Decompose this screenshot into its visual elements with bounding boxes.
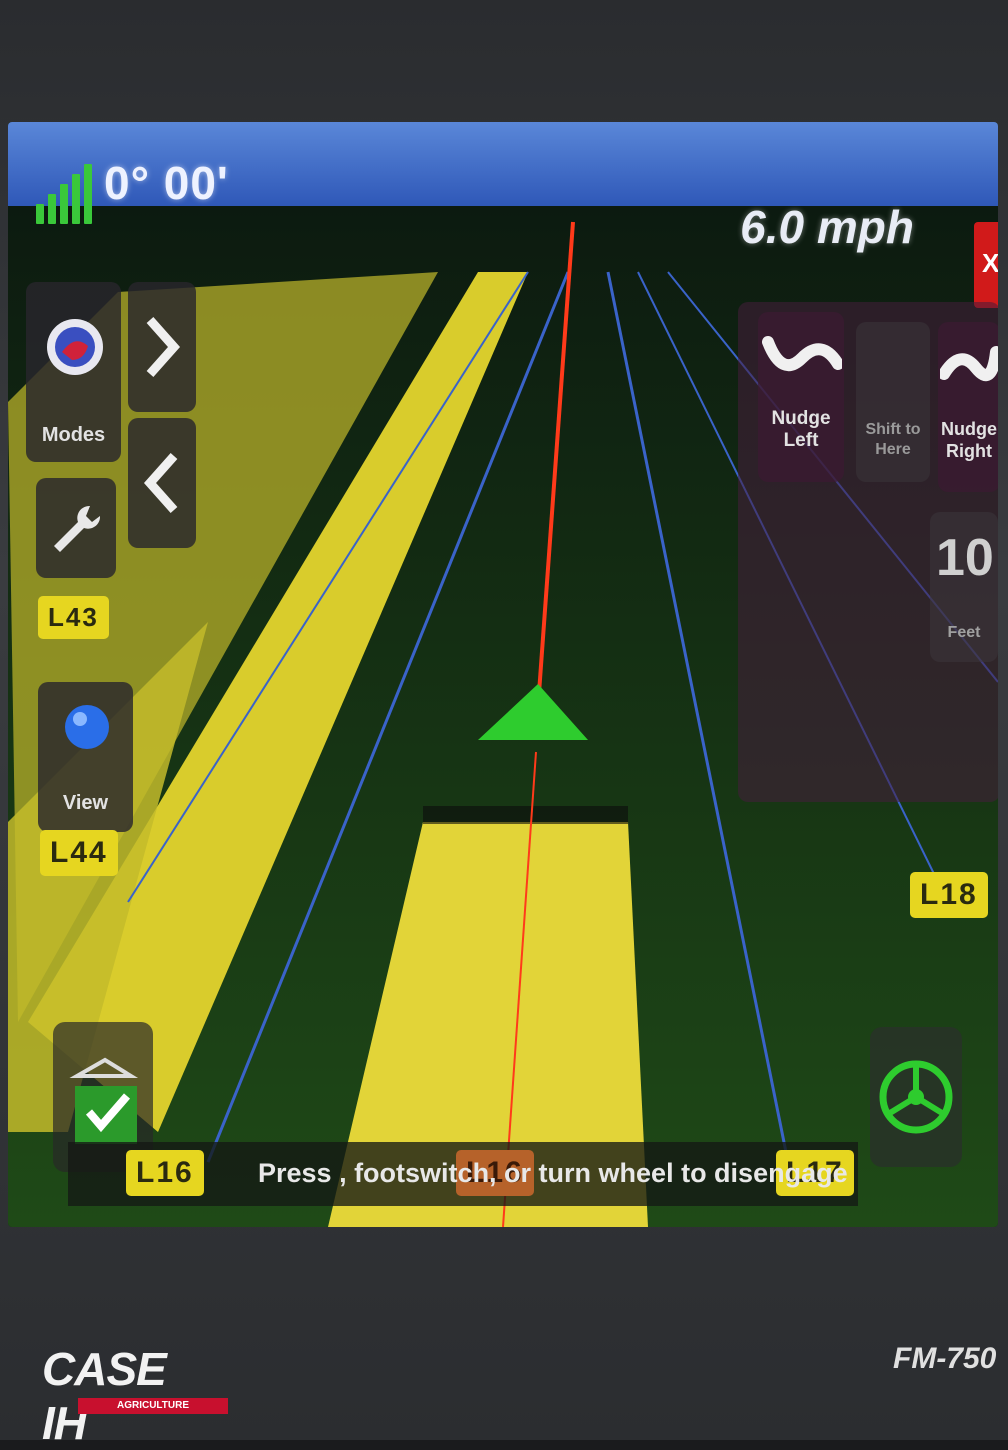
- offset-value: 10: [936, 529, 994, 587]
- chevron-right-icon: [146, 317, 181, 377]
- wrench-icon: [54, 505, 101, 552]
- coverage-check-icon: [69, 1057, 139, 1144]
- offset-unit-label: Feet: [947, 624, 981, 641]
- close-icon: X: [982, 248, 998, 278]
- shift-to-here-button[interactable]: Shift to Here: [856, 322, 930, 482]
- heading-readout: 0° 00': [104, 157, 229, 209]
- close-tab[interactable]: X: [974, 222, 998, 308]
- nudge-right-label: Nudge Right: [941, 419, 997, 461]
- nudge-right-icon: [940, 346, 998, 382]
- view-label: View: [62, 792, 109, 814]
- nudge-left-button[interactable]: Nudge Left: [758, 312, 844, 482]
- implement-bar: [423, 806, 628, 824]
- brand-subtitle: AGRICULTURE: [78, 1398, 228, 1414]
- globe-icon: [47, 319, 103, 375]
- settings-button[interactable]: [36, 478, 116, 578]
- autosteer-engage-button[interactable]: [870, 1027, 962, 1167]
- nudge-left-label: Nudge Left: [771, 408, 831, 451]
- previous-button[interactable]: [128, 418, 196, 548]
- steering-wheel-icon: [879, 1060, 953, 1134]
- view-button[interactable]: View: [38, 682, 133, 832]
- view-sphere-icon: [65, 705, 109, 749]
- brand-logo: CASE IH AGRICULTURE: [38, 1342, 228, 1449]
- swath-marker-l16-left: L16: [126, 1150, 204, 1196]
- top-status-bar: 0° 00': [8, 122, 998, 224]
- guidance-screen: 0° 00' 6.0 mph X Modes L43 View L44 Nudg…: [8, 122, 998, 1227]
- disengage-message: Press , footswitch, or turn wheel to dis…: [258, 1158, 848, 1188]
- brand-name: CASE IH: [42, 1343, 167, 1449]
- shift-to-here-label: Shift to Here: [865, 421, 921, 458]
- offset-button[interactable]: 10 Feet: [930, 512, 998, 662]
- chevron-left-icon: [143, 453, 178, 513]
- signal-strength-icon: [36, 164, 96, 224]
- nudge-right-button[interactable]: Nudge Right: [938, 322, 998, 492]
- swath-marker-l18: L18: [910, 872, 988, 918]
- nudge-left-icon: [762, 336, 842, 372]
- speed-readout: 6.0 mph: [740, 201, 914, 253]
- swath-marker-l44: L44: [40, 830, 118, 876]
- modes-label: Modes: [41, 424, 106, 446]
- swath-marker-l43: L43: [38, 596, 109, 639]
- next-button[interactable]: [128, 282, 196, 412]
- modes-button[interactable]: Modes: [26, 282, 121, 462]
- model-label: FM-750: [893, 1342, 997, 1375]
